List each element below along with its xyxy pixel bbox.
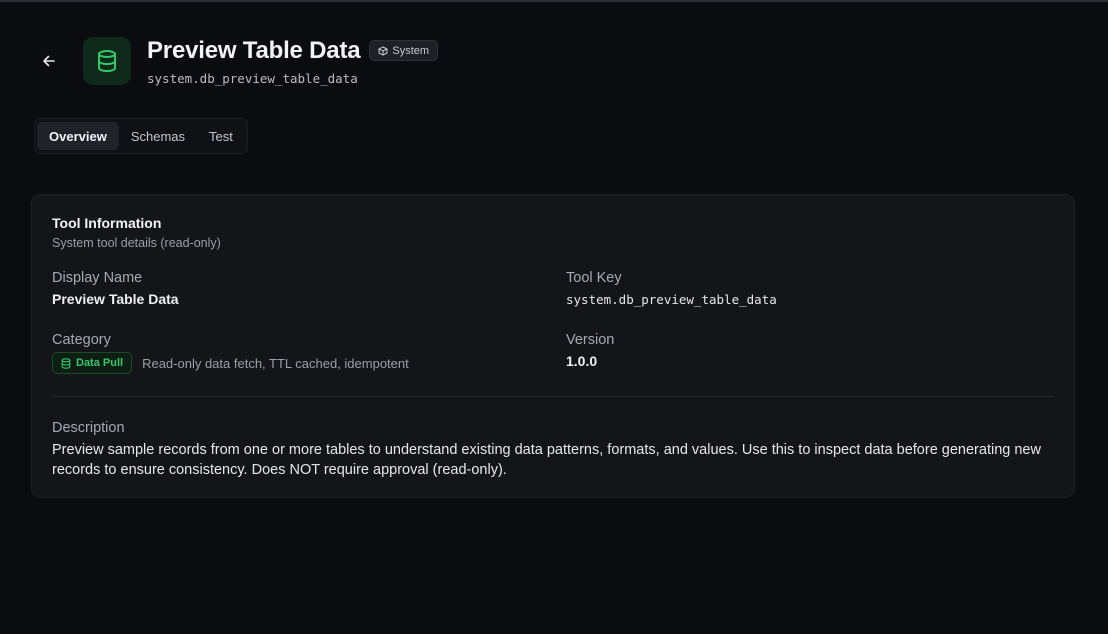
tab-schemas[interactable]: Schemas [119,122,197,150]
cube-icon [378,46,388,55]
system-badge-label: System [392,44,430,57]
card-subtitle: System tool details (read-only) [52,236,221,250]
card-title: Tool Information [52,215,162,231]
tool-key-label: Tool Key [566,270,622,286]
tab-overview[interactable]: Overview [37,122,119,150]
page-header: Preview Table Data System system.db_prev… [36,36,439,86]
category-badge-label: Data Pull [76,357,124,369]
description-label: Description [52,420,125,436]
tool-key-value: system.db_preview_table_data [566,292,777,307]
database-icon [61,357,71,369]
divider [52,396,1055,397]
display-name-label: Display Name [52,270,143,286]
category-description: Read-only data fetch, TTL cached, idempo… [142,355,409,371]
category-badge: Data Pull [52,352,133,374]
page-title: Preview Table Data [147,36,361,64]
category-row: Data Pull Read-only data fetch, TTL cach… [52,352,409,374]
tab-test[interactable]: Test [197,122,245,150]
version-value: 1.0.0 [566,353,598,369]
version-label: Version [566,332,615,348]
back-button[interactable] [36,48,62,74]
database-icon [98,50,116,73]
tab-bar: Overview Schemas Test [34,118,248,154]
description-text: Preview sample records from one or more … [52,442,1041,478]
title-block: Preview Table Data System system.db_prev… [147,36,439,86]
system-badge: System [369,40,439,61]
top-border [0,0,1108,2]
tool-information-card: Tool Information System tool details (re… [31,194,1075,498]
tool-key-subtitle: system.db_preview_table_data [147,70,358,86]
tool-icon-tile [83,37,131,85]
arrow-left-icon [43,55,55,67]
display-name-value: Preview Table Data [52,291,179,307]
category-label: Category [52,332,111,348]
title-row: Preview Table Data System [147,36,439,65]
